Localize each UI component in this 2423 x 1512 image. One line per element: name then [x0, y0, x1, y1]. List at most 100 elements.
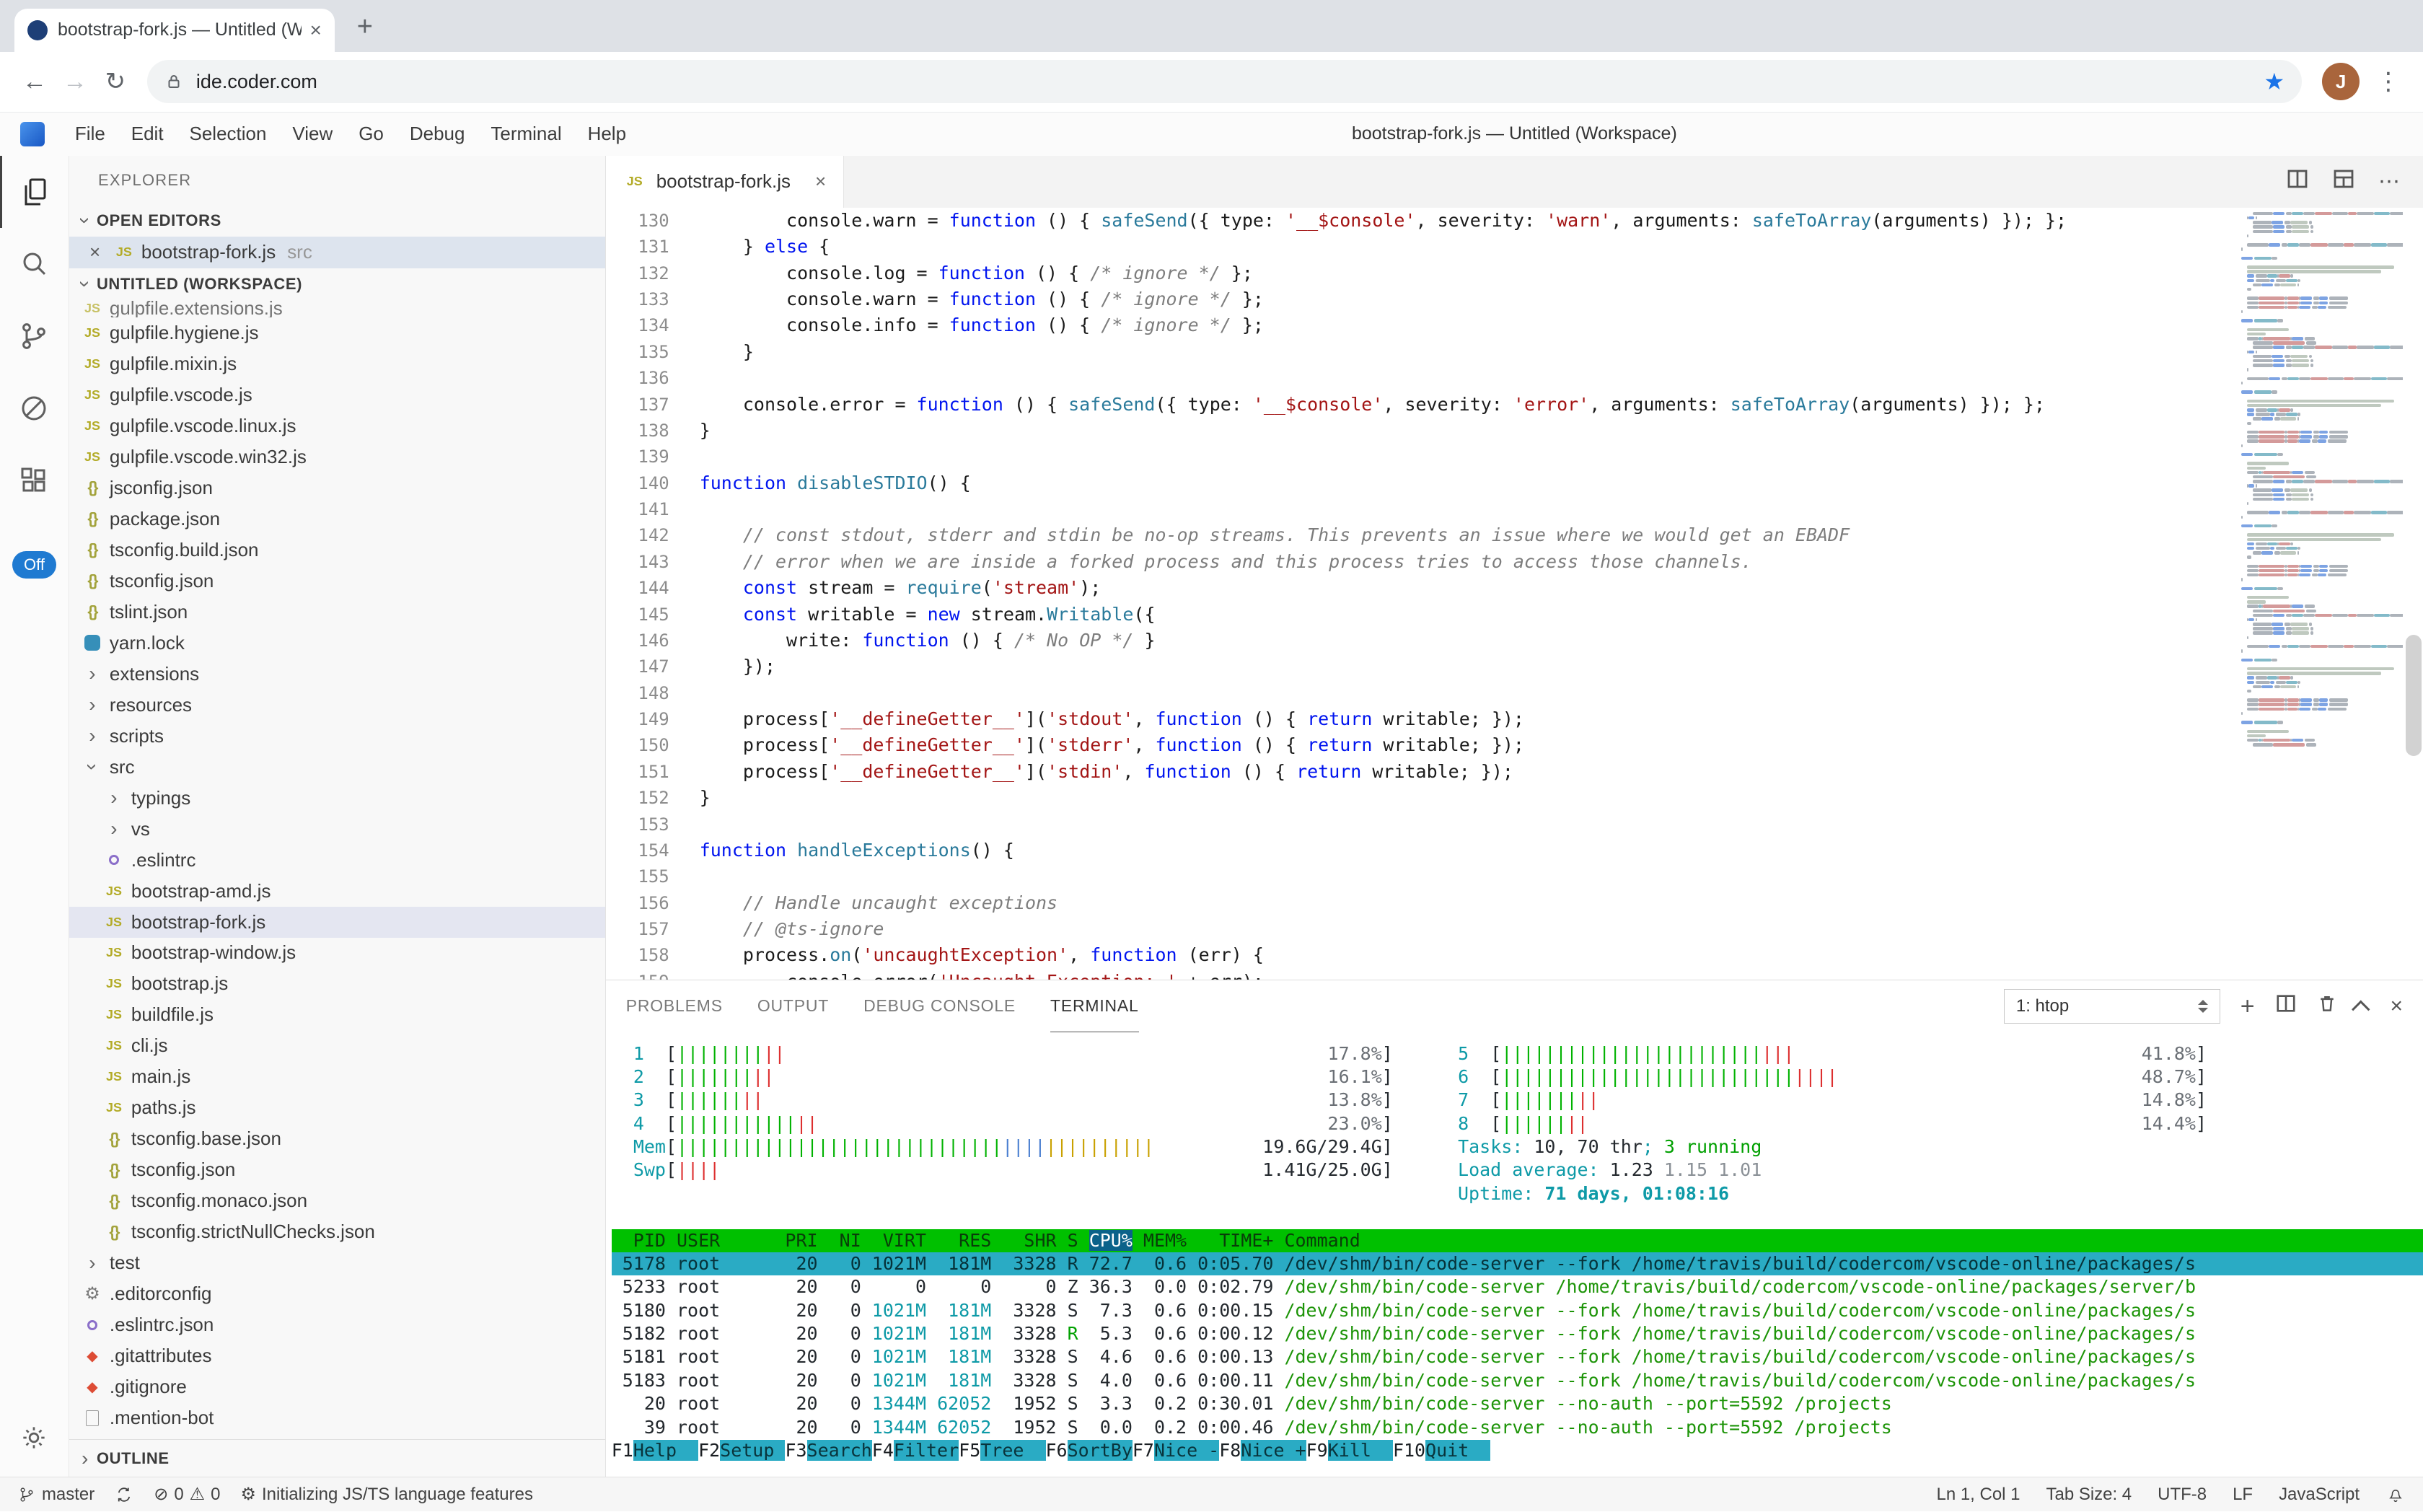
- htop-process-row[interactable]: 5233 root 20 0 0 0 0 Z 36.3 0.0 0:02.79 …: [612, 1275, 2423, 1298]
- tree-item[interactable]: ›resources: [69, 690, 605, 721]
- tree-item[interactable]: ›scripts: [69, 721, 605, 752]
- split-editor-button[interactable]: [2286, 167, 2309, 196]
- tree-item[interactable]: .mention-bot: [69, 1402, 605, 1433]
- menu-edit[interactable]: Edit: [118, 123, 177, 145]
- editor-tab[interactable]: JS bootstrap-fork.js ×: [606, 156, 844, 208]
- tree-item[interactable]: {}package.json: [69, 504, 605, 535]
- tree-item[interactable]: JSgulpfile.vscode.js: [69, 379, 605, 410]
- encoding-indicator[interactable]: UTF-8: [2158, 1485, 2207, 1505]
- minimap[interactable]: [2241, 208, 2403, 980]
- cursor-position[interactable]: Ln 1, Col 1: [1937, 1485, 2020, 1505]
- htop-process-row[interactable]: 20 root 20 0 1344M 62052 1952 S 3.3 0.2 …: [612, 1392, 2423, 1415]
- tree-item[interactable]: JSmain.js: [69, 1061, 605, 1092]
- back-button[interactable]: ←: [14, 61, 55, 102]
- tree-item[interactable]: .eslintrc.json: [69, 1309, 605, 1340]
- forward-button[interactable]: →: [55, 61, 95, 102]
- tree-item[interactable]: JSbootstrap-window.js: [69, 938, 605, 969]
- tree-item[interactable]: JSbuildfile.js: [69, 999, 605, 1030]
- off-badge[interactable]: Off: [12, 551, 56, 579]
- open-editor-item[interactable]: × JS bootstrap-fork.js src: [69, 237, 605, 268]
- tree-item[interactable]: JSgulpfile.hygiene.js: [69, 317, 605, 348]
- settings-gear-icon[interactable]: [18, 1422, 50, 1459]
- kill-terminal-button[interactable]: [2317, 993, 2337, 1020]
- reload-button[interactable]: ↻: [95, 61, 136, 102]
- htop-process-row[interactable]: 5182 root 20 0 1021M 181M 3328 R 5.3 0.6…: [612, 1322, 2423, 1345]
- url-bar[interactable]: ide.coder.com ★: [147, 60, 2302, 103]
- sync-button[interactable]: [115, 1485, 133, 1504]
- tree-item[interactable]: {}tsconfig.json: [69, 566, 605, 597]
- menu-view[interactable]: View: [279, 123, 346, 145]
- language-status-message[interactable]: ⚙ Initializing JS/TS language features: [240, 1484, 532, 1505]
- menu-go[interactable]: Go: [346, 123, 397, 145]
- tree-item[interactable]: ›extensions: [69, 659, 605, 690]
- tree-item[interactable]: {}tsconfig.json: [69, 1154, 605, 1185]
- eol-indicator[interactable]: LF: [2233, 1485, 2253, 1505]
- problems-indicator[interactable]: ⊘ 0 ⚠ 0: [154, 1484, 220, 1505]
- tree-item[interactable]: JSbootstrap.js: [69, 968, 605, 999]
- tree-item[interactable]: ›vs: [69, 814, 605, 845]
- panel-tab-debug-console[interactable]: DEBUG CONSOLE: [863, 980, 1016, 1032]
- tree-item[interactable]: JSgulpfile.vscode.linux.js: [69, 410, 605, 441]
- tree-item[interactable]: {}tslint.json: [69, 597, 605, 628]
- tree-item[interactable]: {}jsconfig.json: [69, 472, 605, 504]
- browser-tab[interactable]: bootstrap-fork.js — Untitled (W ×: [14, 9, 335, 52]
- tree-item[interactable]: JScli.js: [69, 1030, 605, 1061]
- debug-icon[interactable]: [0, 372, 69, 444]
- explorer-icon[interactable]: [0, 156, 69, 228]
- language-mode[interactable]: JavaScript: [2279, 1485, 2360, 1505]
- htop-process-row[interactable]: 5183 root 20 0 1021M 181M 3328 S 4.0 0.6…: [612, 1369, 2423, 1392]
- tree-item[interactable]: ⚙.editorconfig: [69, 1278, 605, 1309]
- htop-function-keys[interactable]: F1Help F2Setup F3SearchF4FilterF5Tree F6…: [612, 1439, 2423, 1462]
- terminal[interactable]: 1 [|||||||||| 17.8%] 5 [||||||||||||||||…: [606, 1032, 2423, 1477]
- tree-item[interactable]: JSgulpfile.mixin.js: [69, 348, 605, 379]
- tree-item[interactable]: {}tsconfig.base.json: [69, 1123, 605, 1154]
- editor-scrollbar[interactable]: [2406, 635, 2422, 756]
- git-branch-indicator[interactable]: master: [17, 1485, 94, 1505]
- htop-process-row[interactable]: 5178 root 20 0 1021M 181M 3328 R 72.7 0.…: [612, 1252, 2423, 1275]
- htop-process-row[interactable]: 39 root 20 0 1344M 62052 1952 S 0.0 0.2 …: [612, 1416, 2423, 1439]
- tree-item[interactable]: ›test: [69, 1247, 605, 1278]
- tree-item[interactable]: {}tsconfig.monaco.json: [69, 1185, 605, 1216]
- extensions-icon[interactable]: [0, 444, 69, 517]
- tree-item[interactable]: ›src: [69, 752, 605, 783]
- tree-item[interactable]: {}tsconfig.strictNullChecks.json: [69, 1216, 605, 1247]
- browser-menu-icon[interactable]: ⋮: [2368, 61, 2409, 102]
- tree-item[interactable]: JSpaths.js: [69, 1092, 605, 1123]
- outline-header[interactable]: › OUTLINE: [69, 1439, 605, 1477]
- htop-process-row[interactable]: 5180 root 20 0 1021M 181M 3328 S 7.3 0.6…: [612, 1299, 2423, 1322]
- panel-tab-terminal[interactable]: TERMINAL: [1050, 980, 1139, 1032]
- menu-file[interactable]: File: [62, 123, 118, 145]
- bookmark-star-icon[interactable]: ★: [2264, 68, 2285, 95]
- tree-item[interactable]: .eslintrc: [69, 845, 605, 876]
- terminal-picker[interactable]: 1: htop: [2004, 989, 2220, 1024]
- source-control-icon[interactable]: [0, 300, 69, 372]
- tree-item[interactable]: JSbootstrap-amd.js: [69, 876, 605, 907]
- tree-item[interactable]: {}tsconfig.build.json: [69, 535, 605, 566]
- tree-item[interactable]: yarn.lock: [69, 628, 605, 659]
- editor-layout-button[interactable]: [2332, 167, 2355, 196]
- tab-close-icon[interactable]: ×: [310, 19, 322, 42]
- panel-tab-problems[interactable]: PROBLEMS: [626, 980, 723, 1032]
- open-editors-header[interactable]: › OPEN EDITORS: [69, 205, 605, 237]
- tree-item[interactable]: JSgulpfile.extensions.js: [69, 300, 605, 317]
- panel-tab-output[interactable]: OUTPUT: [757, 980, 829, 1032]
- menu-debug[interactable]: Debug: [397, 123, 478, 145]
- tree-item[interactable]: ◆.gitattributes: [69, 1340, 605, 1371]
- notifications-bell-icon[interactable]: [2385, 1485, 2406, 1505]
- tree-item[interactable]: ◆.gitignore: [69, 1371, 605, 1402]
- maximize-panel-icon[interactable]: [2352, 1000, 2370, 1018]
- search-icon[interactable]: [0, 228, 69, 300]
- close-panel-icon[interactable]: ×: [2391, 994, 2404, 1019]
- tab-close-icon[interactable]: ×: [815, 170, 826, 193]
- split-terminal-button[interactable]: [2275, 993, 2297, 1020]
- htop-process-row[interactable]: 5181 root 20 0 1021M 181M 3328 S 4.6 0.6…: [612, 1345, 2423, 1368]
- tree-item[interactable]: ›typings: [69, 783, 605, 814]
- new-tab-button[interactable]: +: [346, 9, 384, 46]
- tab-size-indicator[interactable]: Tab Size: 4: [2046, 1485, 2132, 1505]
- menu-selection[interactable]: Selection: [177, 123, 280, 145]
- workspace-header[interactable]: › UNTITLED (WORKSPACE): [69, 268, 605, 300]
- menu-terminal[interactable]: Terminal: [478, 123, 574, 145]
- tree-item[interactable]: JSgulpfile.vscode.win32.js: [69, 441, 605, 472]
- code-editor[interactable]: 130 console.warn = function () { safeSen…: [606, 208, 2423, 980]
- profile-avatar[interactable]: J: [2322, 63, 2360, 100]
